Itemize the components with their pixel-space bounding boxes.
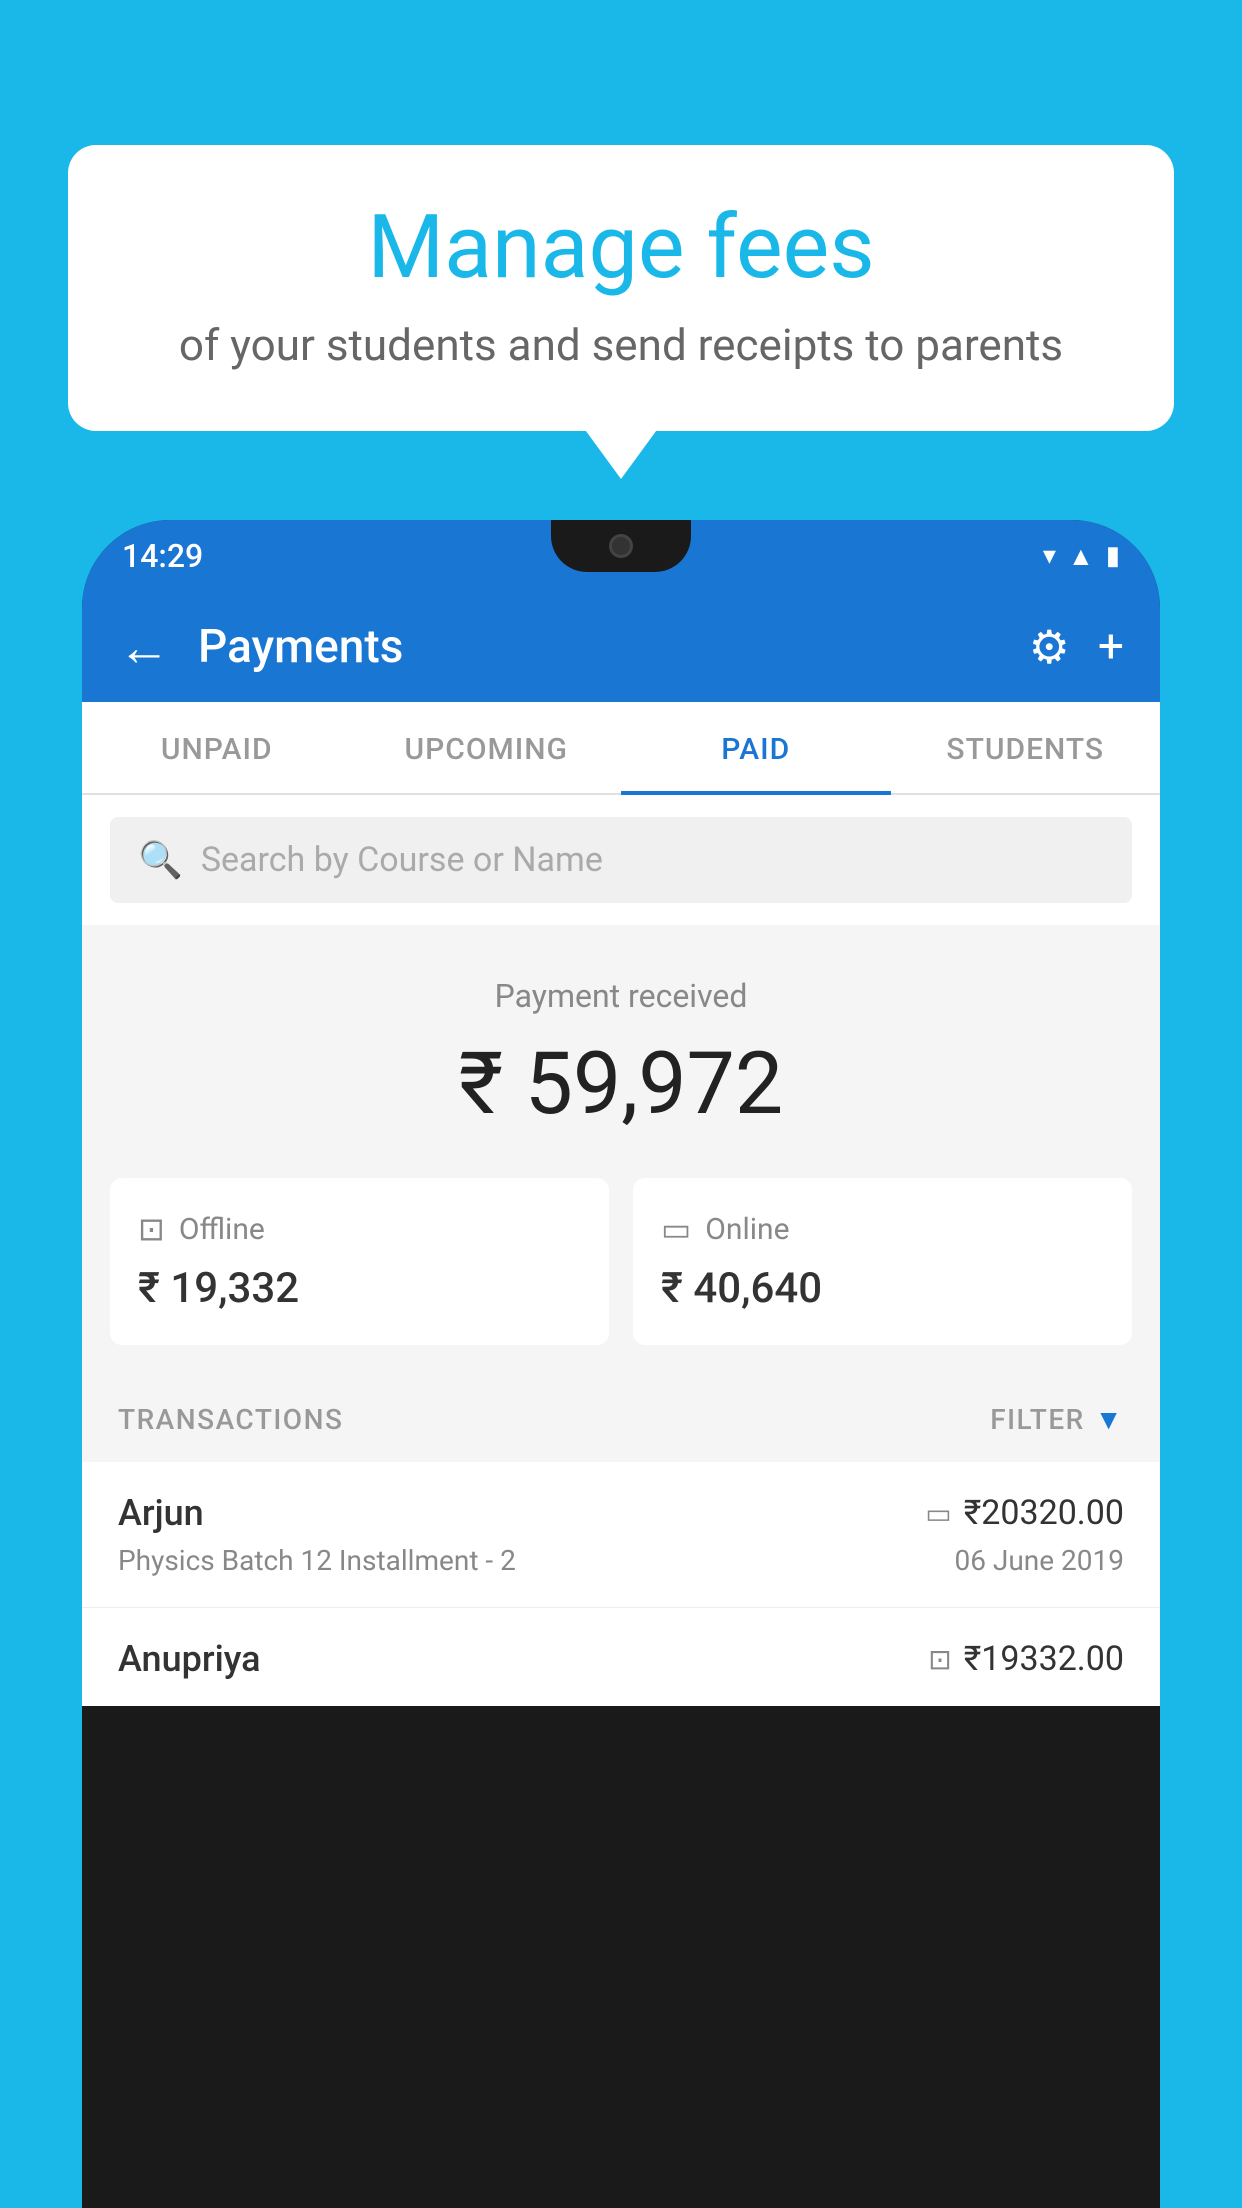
payment-received-label: Payment received <box>82 977 1160 1015</box>
manage-fees-title: Manage fees <box>128 200 1114 297</box>
offline-icon: ⊡ <box>138 1210 165 1248</box>
app-title: Payments <box>198 620 1029 674</box>
app-bar: ← Payments ⚙ + <box>82 592 1160 702</box>
search-bar[interactable]: 🔍 Search by Course or Name <box>110 817 1132 903</box>
manage-fees-subtitle: of your students and send receipts to pa… <box>128 319 1114 371</box>
signal-icon: ▲ <box>1068 541 1094 572</box>
wifi-icon: ▾ <box>1043 541 1056 571</box>
settings-icon[interactable]: ⚙ <box>1029 620 1070 675</box>
payment-type-icon: ⊡ <box>928 1643 951 1676</box>
tabs-bar: UNPAID UPCOMING PAID STUDENTS <box>82 702 1160 795</box>
back-button[interactable]: ← <box>118 617 170 678</box>
status-bar: 14:29 ▾ ▲ ▮ <box>82 520 1160 592</box>
online-payment-card: ▭ Online ₹ 40,640 <box>633 1178 1132 1345</box>
online-card-type: ▭ Online <box>661 1210 1104 1248</box>
speech-bubble: Manage fees of your students and send re… <box>68 145 1174 431</box>
payment-cards: ⊡ Offline ₹ 19,332 ▭ Online ₹ 40,640 <box>82 1178 1160 1377</box>
transaction-amount: ₹20320.00 <box>964 1493 1124 1533</box>
search-container: 🔍 Search by Course or Name <box>82 795 1160 925</box>
offline-payment-card: ⊡ Offline ₹ 19,332 <box>110 1178 609 1345</box>
transaction-top: Arjun ▭ ₹20320.00 <box>118 1492 1124 1534</box>
transaction-bottom: Physics Batch 12 Installment - 2 06 June… <box>118 1544 1124 1577</box>
speech-bubble-container: Manage fees of your students and send re… <box>68 145 1174 431</box>
app-bar-actions: ⚙ + <box>1029 620 1124 675</box>
tab-students[interactable]: STUDENTS <box>891 702 1161 793</box>
tab-unpaid[interactable]: UNPAID <box>82 702 352 793</box>
offline-amount: ₹ 19,332 <box>138 1264 581 1313</box>
tab-upcoming[interactable]: UPCOMING <box>352 702 622 793</box>
phone-notch <box>551 520 691 572</box>
transaction-name: Anupriya <box>118 1638 261 1680</box>
payment-received-section: Payment received ₹ 59,972 <box>82 925 1160 1178</box>
transaction-item[interactable]: Arjun ▭ ₹20320.00 Physics Batch 12 Insta… <box>82 1462 1160 1608</box>
transaction-amount-wrap: ⊡ ₹19332.00 <box>928 1639 1124 1679</box>
transaction-amount: ₹19332.00 <box>964 1639 1124 1679</box>
phone-screen: 🔍 Search by Course or Name Payment recei… <box>82 795 1160 1706</box>
filter-button[interactable]: FILTER ▼ <box>990 1403 1124 1436</box>
payment-type-icon: ▭ <box>925 1497 951 1530</box>
tab-paid[interactable]: PAID <box>621 702 891 793</box>
transaction-course: Physics Batch 12 Installment - 2 <box>118 1544 516 1577</box>
add-icon[interactable]: + <box>1098 620 1124 675</box>
battery-icon: ▮ <box>1106 541 1120 571</box>
filter-icon: ▼ <box>1095 1403 1124 1436</box>
status-icons: ▾ ▲ ▮ <box>1043 541 1120 572</box>
search-icon: 🔍 <box>138 839 183 881</box>
transaction-amount-wrap: ▭ ₹20320.00 <box>925 1493 1124 1533</box>
phone-camera <box>609 534 633 558</box>
offline-card-type: ⊡ Offline <box>138 1210 581 1248</box>
payment-received-amount: ₹ 59,972 <box>82 1033 1160 1134</box>
transaction-name: Arjun <box>118 1492 204 1534</box>
transactions-label: TRANSACTIONS <box>118 1403 343 1436</box>
phone-frame: 14:29 ▾ ▲ ▮ ← Payments ⚙ + UNPAID UPCOMI… <box>82 520 1160 2208</box>
transaction-top: Anupriya ⊡ ₹19332.00 <box>118 1638 1124 1680</box>
transaction-date: 06 June 2019 <box>954 1544 1124 1577</box>
search-placeholder: Search by Course or Name <box>201 840 603 880</box>
transaction-item[interactable]: Anupriya ⊡ ₹19332.00 <box>82 1608 1160 1706</box>
online-amount: ₹ 40,640 <box>661 1264 1104 1313</box>
transactions-header: TRANSACTIONS FILTER ▼ <box>82 1377 1160 1462</box>
transaction-list: Arjun ▭ ₹20320.00 Physics Batch 12 Insta… <box>82 1462 1160 1706</box>
online-icon: ▭ <box>661 1210 691 1248</box>
status-time: 14:29 <box>122 537 203 575</box>
